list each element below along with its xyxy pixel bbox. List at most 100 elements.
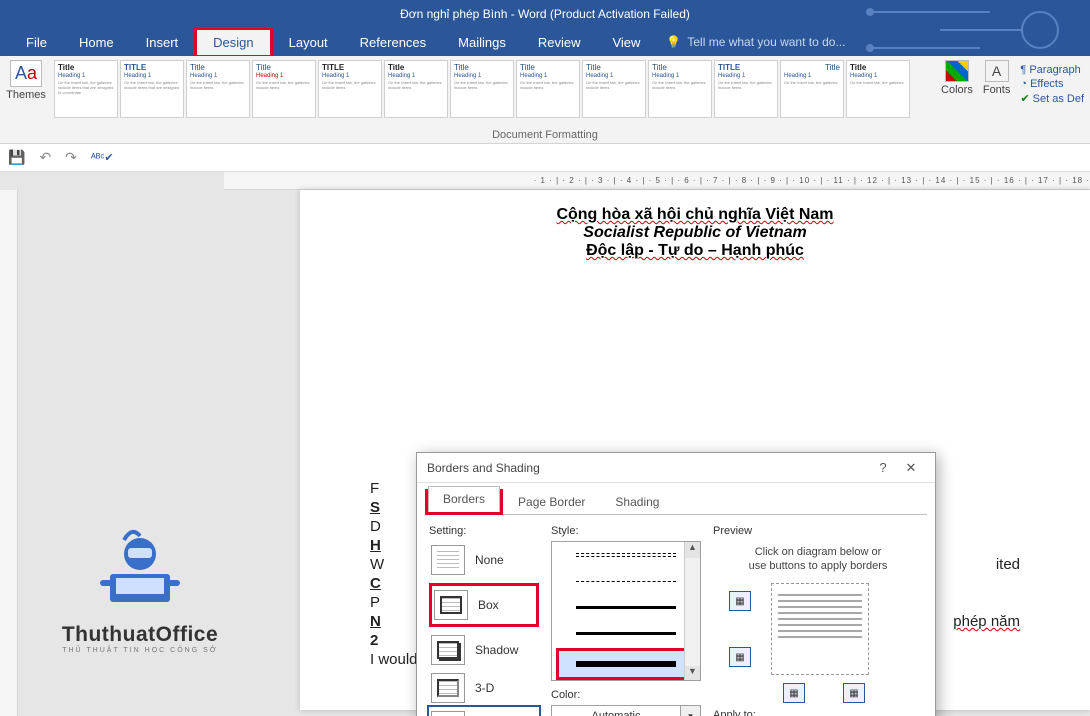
chevron-down-icon[interactable]: ▾ — [681, 705, 701, 716]
box-icon — [434, 590, 468, 620]
setting-none-label: None — [475, 553, 504, 567]
tell-me-label: Tell me what you want to do... — [687, 35, 845, 49]
themes-label: Themes — [6, 89, 46, 101]
style-card[interactable]: TITLEHeading 1On the Insert tab, the gal… — [120, 60, 184, 118]
horizontal-ruler[interactable]: · 1 · | · 2 · | · 3 · | · 4 · | · 5 · | … — [224, 172, 1090, 190]
style-card[interactable]: TITLEHeading 1On the Insert tab, the gal… — [714, 60, 778, 118]
themes-icon: Aa — [10, 60, 42, 87]
border-top-button[interactable]: ▦ — [729, 591, 751, 611]
tell-me[interactable]: 💡 Tell me what you want to do... — [666, 35, 845, 49]
style-card[interactable]: TitleHeading 1On the Insert tab, the gal… — [846, 60, 910, 118]
doc-line3: Độc lập - Tự do – Hạnh phúc — [586, 242, 804, 259]
watermark-logo: ThuthuatOffice THỦ THUẬT TIN HỌC CÔNG SỞ — [30, 522, 250, 654]
border-left-button[interactable]: ▦ — [783, 683, 805, 703]
doc-line1: Cộng hòa xã hội chủ nghĩa Việt Nam — [556, 206, 833, 223]
tab-file[interactable]: File — [10, 30, 63, 55]
fonts-label: Fonts — [983, 84, 1011, 96]
save-icon[interactable]: 💾 — [8, 149, 25, 166]
mascot-icon — [80, 522, 200, 612]
watermark-brand: ThuthuatOffice — [30, 623, 250, 647]
titlebar: Đơn nghỉ phép Bình - Word (Product Activ… — [0, 0, 1090, 28]
setting-custom[interactable]: Custom — [429, 707, 539, 716]
style-option[interactable] — [552, 594, 700, 620]
setting-3d[interactable]: 3-D — [429, 669, 539, 707]
watermark-sub: THỦ THUẬT TIN HỌC CÔNG SỞ — [30, 647, 250, 654]
tab-page-border[interactable]: Page Border — [503, 489, 600, 515]
style-card[interactable]: TitleHeading 1On the Insert tab, the gal… — [252, 60, 316, 118]
tab-shading[interactable]: Shading — [600, 489, 674, 515]
style-option[interactable] — [552, 620, 700, 646]
close-icon[interactable]: ✕ — [897, 460, 925, 476]
style-card[interactable]: TitleHeading 1On the Insert tab, the gal… — [384, 60, 448, 118]
preview-page[interactable] — [771, 583, 869, 675]
preview-hint: Click on diagram below oruse buttons to … — [713, 545, 923, 573]
tab-review[interactable]: Review — [522, 30, 597, 55]
border-bottom-button[interactable]: ▦ — [729, 647, 751, 667]
tab-mailings[interactable]: Mailings — [442, 30, 522, 55]
tab-home[interactable]: Home — [63, 30, 130, 55]
tab-view[interactable]: View — [596, 30, 656, 55]
borders-shading-dialog: Borders and Shading ? ✕ Borders Page Bor… — [416, 452, 936, 716]
setting-label: Setting: — [429, 525, 539, 537]
ribbon-group-label: Document Formatting — [0, 129, 1090, 141]
tab-insert[interactable]: Insert — [130, 30, 195, 55]
quick-access: 💾 ↶ ↷ ᴬᴮᶜ✔ — [0, 144, 1090, 172]
style-card[interactable]: TITLEHeading 1On the Insert tab, the gal… — [318, 60, 382, 118]
set-default-button[interactable]: ✔ Set as Def — [1020, 92, 1084, 105]
undo-icon[interactable]: ↶ — [39, 149, 51, 166]
dialog-tabs: Borders Page Border Shading — [417, 483, 935, 515]
custom-icon — [431, 711, 465, 716]
color-dropdown[interactable]: Automatic ▾ — [551, 705, 701, 716]
style-option-selected[interactable] — [559, 651, 693, 677]
shadow-icon — [431, 635, 465, 665]
dialog-title: Borders and Shading — [427, 461, 869, 475]
style-card[interactable]: TitleHeading 1On the Insert tab, the gal… — [582, 60, 646, 118]
style-card[interactable]: TitleHeading 1On the Insert tab, the gal… — [780, 60, 844, 118]
style-card[interactable]: TitleHeading 1On the Insert tab, the gal… — [186, 60, 250, 118]
style-listbox[interactable]: ▲▼ — [551, 541, 701, 681]
colors-button[interactable]: Colors — [941, 60, 973, 105]
setting-none[interactable]: None — [429, 541, 539, 579]
document-formatting-gallery[interactable]: TitleHeading 1On the Insert tab, the gal… — [54, 60, 910, 120]
style-option[interactable] — [552, 542, 700, 568]
style-card[interactable]: TitleHeading 1On the Insert tab, the gal… — [516, 60, 580, 118]
setting-box[interactable]: Box — [432, 586, 536, 624]
threeD-icon — [431, 673, 465, 703]
setting-shadow-label: Shadow — [475, 643, 518, 657]
help-icon[interactable]: ? — [869, 460, 897, 475]
style-card[interactable]: TitleHeading 1On the Insert tab, the gal… — [648, 60, 712, 118]
style-scrollbar[interactable]: ▲▼ — [684, 542, 700, 680]
spellcheck-icon[interactable]: ᴬᴮᶜ✔ — [91, 151, 114, 164]
scroll-down-icon[interactable]: ▼ — [685, 666, 700, 681]
document-area: · 1 · | · 2 · | · 3 · | · 4 · | · 5 · | … — [0, 172, 1090, 716]
paragraph-spacing-button[interactable]: ¶ Paragraph — [1020, 64, 1084, 76]
redo-icon[interactable]: ↷ — [65, 149, 77, 166]
setting-3d-label: 3-D — [475, 681, 494, 695]
themes-button[interactable]: Aa Themes — [6, 60, 46, 101]
fonts-icon: A — [985, 60, 1009, 82]
ribbon: Aa Themes TitleHeading 1On the Insert ta… — [0, 56, 1090, 144]
style-card[interactable]: TitleHeading 1On the Insert tab, the gal… — [450, 60, 514, 118]
style-column: Style: ▲▼ Color: Automatic ▾ Width: — [551, 525, 701, 716]
style-card[interactable]: TitleHeading 1On the Insert tab, the gal… — [54, 60, 118, 118]
scroll-up-icon[interactable]: ▲ — [685, 542, 700, 558]
preview-column: Preview Click on diagram below oruse but… — [713, 525, 923, 716]
dialog-titlebar[interactable]: Borders and Shading ? ✕ — [417, 453, 935, 483]
setting-column: Setting: None Box Shadow 3- — [429, 525, 539, 716]
colors-label: Colors — [941, 84, 973, 96]
tab-borders[interactable]: Borders — [428, 486, 500, 512]
setting-shadow[interactable]: Shadow — [429, 631, 539, 669]
effects-button[interactable]: ◔ Effects — [1020, 78, 1084, 90]
tab-design[interactable]: Design — [197, 30, 269, 55]
tab-references[interactable]: References — [344, 30, 442, 55]
fonts-button[interactable]: A Fonts — [983, 60, 1011, 105]
preview-diagram[interactable]: ▦ ▦ ▦ ▦ — [713, 583, 923, 703]
decorative-circuit — [830, 0, 1090, 60]
style-option[interactable] — [552, 568, 700, 594]
border-right-button[interactable]: ▦ — [843, 683, 865, 703]
none-icon — [431, 545, 465, 575]
apply-to-label: Apply to: — [713, 709, 923, 716]
window-title: Đơn nghỉ phép Bình - Word (Product Activ… — [400, 7, 690, 21]
vertical-ruler[interactable] — [0, 190, 18, 716]
tab-layout[interactable]: Layout — [273, 30, 344, 55]
